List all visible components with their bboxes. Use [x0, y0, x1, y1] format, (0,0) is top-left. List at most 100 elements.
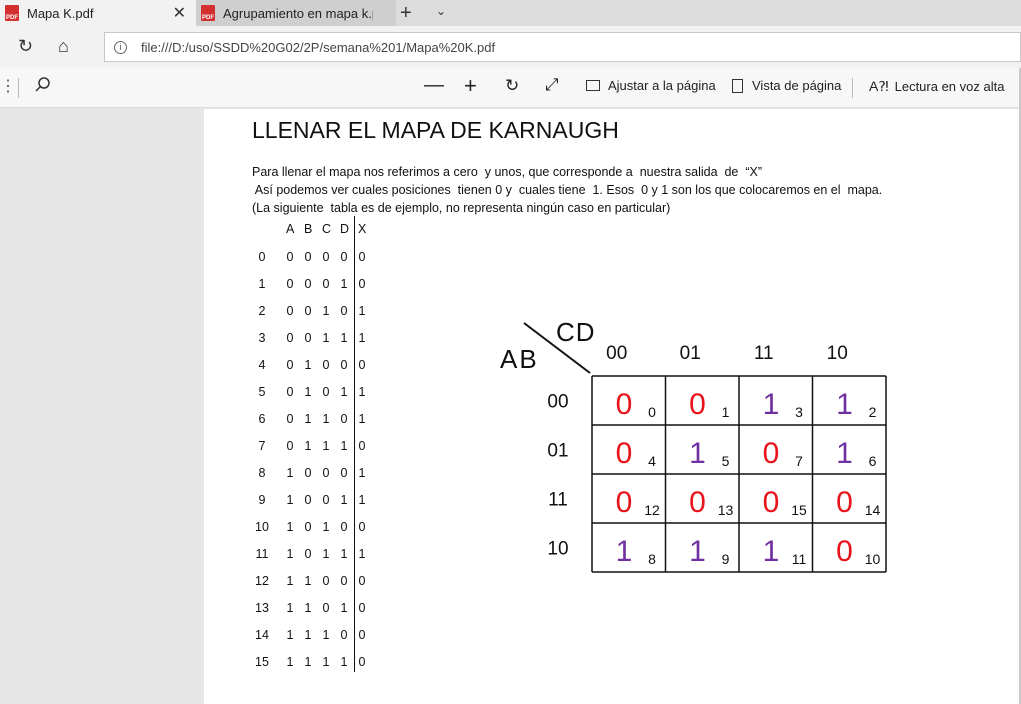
table-cell: 1 — [286, 493, 294, 507]
table-cell: 0 — [358, 574, 366, 588]
table-cell: 0 — [340, 304, 348, 318]
info-icon[interactable]: i — [114, 40, 127, 54]
row-index: 5 — [258, 385, 266, 399]
row-label: 01 — [547, 441, 568, 462]
new-tab-icon[interactable]: + — [400, 2, 412, 25]
zoom-out-icon[interactable]: — — [424, 74, 444, 97]
address-bar: ↻ ⌂ i file:///D:/uso/SSDD%20G02/2P/seman… — [0, 26, 1021, 68]
search-icon[interactable] — [34, 76, 52, 94]
table-header: D — [340, 222, 350, 236]
table-cell: 1 — [358, 385, 366, 399]
table-cell: 0 — [286, 385, 294, 399]
table-cell: 0 — [286, 358, 294, 372]
table-cell: 1 — [322, 520, 330, 534]
pdf-page: LLENAR EL MAPA DE KARNAUGH Para llenar e… — [204, 109, 1021, 704]
read-aloud-label: Lectura en voz alta — [894, 79, 1005, 94]
page-view-label: Vista de página — [752, 78, 842, 93]
table-cell: 0 — [286, 277, 294, 291]
minterm-index: 0 — [648, 404, 656, 420]
paragraph-line: Así podemos ver cuales posiciones tienen… — [252, 183, 883, 197]
more-icon[interactable]: ⋮ — [0, 76, 16, 96]
table-cell: 1 — [322, 412, 330, 426]
table-cell: 1 — [286, 628, 294, 642]
table-cell: 0 — [286, 439, 294, 453]
table-cell: 0 — [358, 439, 366, 453]
close-icon[interactable]: ✕ — [173, 3, 186, 23]
table-cell: 1 — [286, 574, 294, 588]
table-cell: 1 — [286, 547, 294, 561]
tab-title: Agrupamiento en mapa k.pdf — [223, 5, 373, 21]
table-cell: 1 — [304, 601, 312, 615]
row-label: 10 — [547, 539, 568, 560]
table-cell: 0 — [322, 466, 330, 480]
table-cell: 0 — [322, 250, 330, 264]
table-cell: 0 — [340, 250, 348, 264]
table-cell: 1 — [304, 412, 312, 426]
row-index: 1 — [258, 277, 266, 291]
page-view-icon — [732, 78, 743, 93]
row-index: 8 — [258, 466, 266, 480]
zoom-in-icon[interactable]: + — [464, 73, 477, 99]
row-label: 11 — [548, 490, 568, 511]
column-label: 00 — [606, 343, 627, 364]
row-index: 9 — [258, 493, 266, 507]
table-cell: 1 — [304, 655, 312, 669]
table-cell: 1 — [340, 655, 348, 669]
row-index: 4 — [258, 358, 266, 372]
table-divider — [354, 216, 355, 672]
column-label: 01 — [680, 343, 701, 364]
table-cell: 1 — [322, 304, 330, 318]
table-header: X — [358, 222, 367, 236]
table-cell: 1 — [358, 493, 366, 507]
minterm-index: 11 — [792, 551, 807, 567]
table-cell: 1 — [358, 412, 366, 426]
pdf-icon: PDF — [5, 5, 19, 21]
row-index: 14 — [255, 628, 269, 642]
table-cell: 0 — [286, 304, 294, 318]
table-cell: 0 — [340, 628, 348, 642]
row-index: 10 — [255, 520, 269, 534]
table-cell: 0 — [340, 574, 348, 588]
url-field[interactable]: i file:///D:/uso/SSDD%20G02/2P/semana%20… — [104, 32, 1021, 62]
minterm-index: 7 — [795, 453, 803, 469]
kmap-cell-value: 0 — [616, 388, 633, 421]
tab-bar: PDF Mapa K.pdf ✕ PDF Agrupamiento en map… — [0, 0, 1021, 26]
table-cell: 0 — [358, 520, 366, 534]
kmap-cell-value: 1 — [763, 535, 780, 568]
minterm-index: 3 — [795, 404, 803, 420]
table-cell: 0 — [286, 412, 294, 426]
table-cell: 0 — [340, 412, 348, 426]
read-aloud-button[interactable]: A⁈ Lectura en voz alta — [869, 78, 1004, 95]
table-cell: 0 — [304, 304, 312, 318]
table-cell: 0 — [322, 358, 330, 372]
rotate-icon[interactable]: ↻ — [505, 76, 519, 96]
refresh-icon[interactable]: ↻ — [18, 36, 33, 57]
viewer-background — [0, 109, 204, 704]
table-cell: 0 — [304, 331, 312, 345]
fullscreen-icon[interactable]: ⤢ — [545, 75, 559, 95]
chevron-down-icon[interactable]: ⌄ — [436, 4, 446, 18]
page-view-button[interactable]: Vista de página — [732, 78, 841, 93]
table-cell: 1 — [304, 385, 312, 399]
kmap-cell-value: 0 — [836, 486, 853, 519]
kmap-cell-value: 0 — [616, 486, 633, 519]
paragraph-line: Para llenar el mapa nos referimos a cero… — [252, 165, 762, 179]
tab-agrupamiento[interactable]: PDF Agrupamiento en mapa k.pdf — [196, 0, 396, 26]
table-cell: 0 — [358, 628, 366, 642]
table-cell: 0 — [358, 250, 366, 264]
table-cell: 0 — [304, 547, 312, 561]
table-cell: 0 — [286, 250, 294, 264]
table-cell: 0 — [304, 493, 312, 507]
table-cell: 0 — [358, 601, 366, 615]
table-cell: 1 — [358, 547, 366, 561]
row-variable-label: AB — [500, 344, 539, 374]
table-cell: 1 — [340, 439, 348, 453]
minterm-index: 13 — [718, 502, 734, 518]
tab-mapa-k[interactable]: PDF Mapa K.pdf ✕ — [0, 0, 196, 26]
read-aloud-icon: A⁈ — [869, 78, 889, 94]
home-icon[interactable]: ⌂ — [58, 36, 69, 57]
divider — [18, 78, 19, 98]
minterm-index: 6 — [869, 453, 877, 469]
table-cell: 0 — [340, 466, 348, 480]
fit-page-button[interactable]: Ajustar a la página — [586, 78, 716, 93]
